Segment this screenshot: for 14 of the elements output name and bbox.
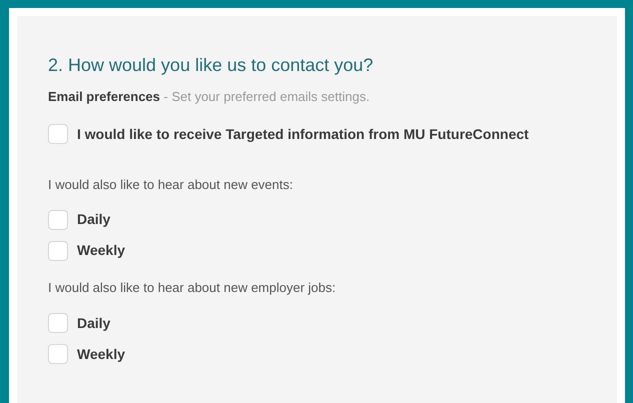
checkbox-label: Daily bbox=[77, 210, 110, 229]
checkbox-label: I would like to receive Targeted information from MU FutureConnect bbox=[77, 124, 529, 144]
group-title: I would also like to hear about new events: bbox=[48, 176, 294, 194]
checkbox[interactable] bbox=[48, 313, 68, 333]
email-preferences-text: Email preferences - Set your preferred emails settings. bbox=[48, 88, 371, 106]
checkbox[interactable] bbox=[48, 240, 68, 260]
checkbox[interactable] bbox=[48, 210, 68, 230]
checkbox-label: Weekly bbox=[77, 241, 125, 260]
checkbox-label: Weekly bbox=[77, 344, 125, 364]
checkbox[interactable] bbox=[48, 124, 68, 144]
checkbox-label: Daily bbox=[77, 314, 110, 333]
section-heading: 2. How would you like us to contact you? bbox=[48, 54, 374, 77]
checkbox[interactable] bbox=[48, 344, 68, 364]
group-title: I would also like to hear about new employer jobs: bbox=[48, 279, 337, 297]
